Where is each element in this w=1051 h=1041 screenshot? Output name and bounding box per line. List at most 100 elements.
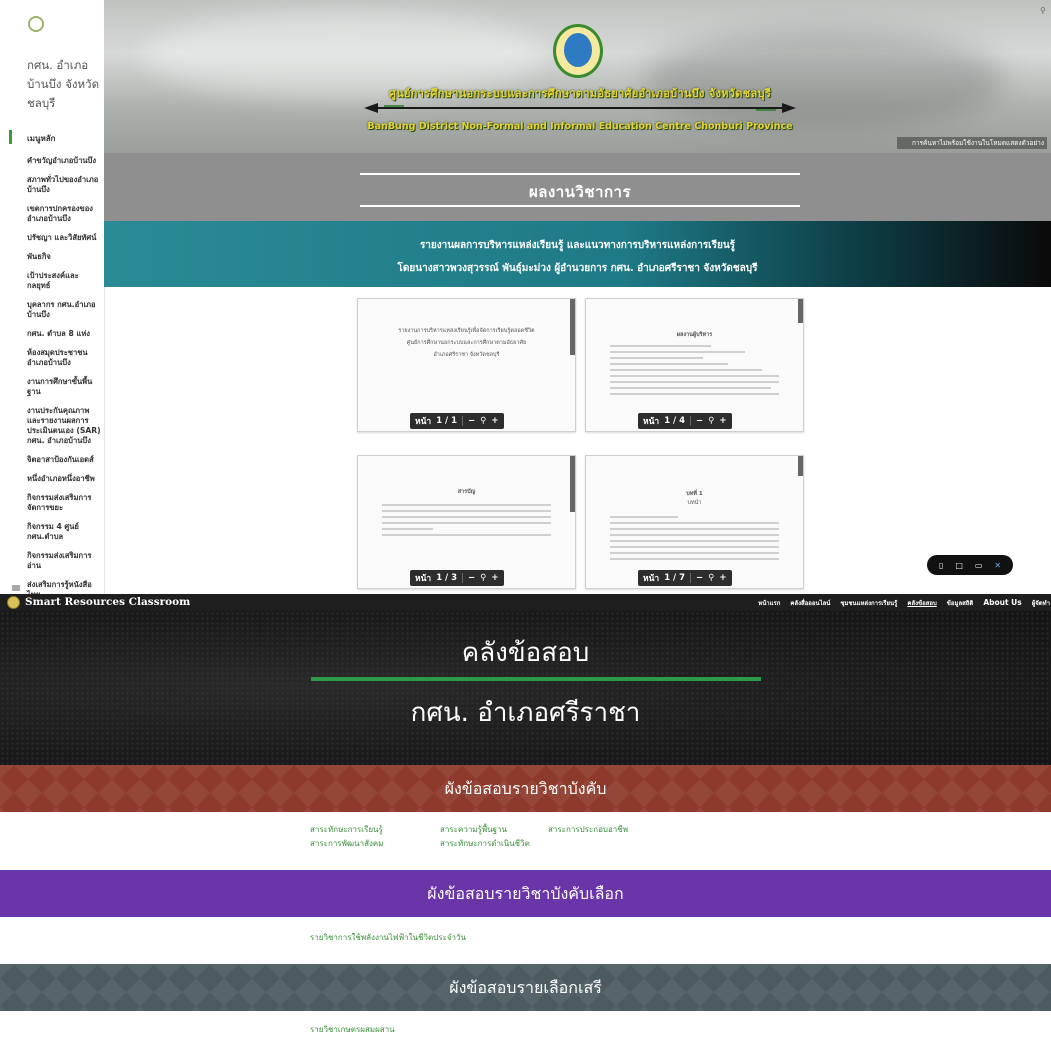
brand-logo-icon[interactable] [7, 596, 20, 609]
zoom-in-button[interactable]: + [491, 573, 498, 583]
pager-value: 1 / 1 [436, 416, 458, 426]
document-viewer[interactable]: รายงานการบริหารแหล่งเรียนรู้เพื่อจัดการเ… [357, 298, 576, 432]
zoom-out-button[interactable]: − [696, 416, 703, 426]
link-basic-knowledge[interactable]: สาระความรู้พื้นฐาน [440, 823, 528, 837]
header-title-english: BanBung District Non-Formal and Informal… [367, 121, 793, 132]
sidebar-item[interactable]: พันธกิจ [27, 252, 101, 262]
zoom-out-button[interactable]: − [468, 416, 475, 426]
link-life-skills[interactable]: สาระทักษะการดำเนินชีวิต [440, 837, 530, 851]
pager-value: 1 / 7 [664, 573, 686, 583]
sidebar-item[interactable]: บุคลากร กศน.อำเภอบ้านบึง [27, 300, 101, 320]
search-unavailable-note: การค้นหาไม่พร้อมใช้งานในโหมดแสดงตัวอย่าง [897, 137, 1047, 149]
pager: หน้า 1 / 3 − ⚲ + [410, 570, 504, 586]
sidebar-item[interactable]: กิจกรรมส่งเสริมการจัดการขยะ [27, 493, 101, 513]
nav-item-community[interactable]: ชุมชนแหล่งการเรียนรู้ [840, 598, 897, 608]
pager-label: หน้า [415, 574, 432, 584]
scrollbar[interactable] [570, 456, 575, 512]
link-electricity[interactable]: รายวิชาการใช้พลังงานไฟฟ้าในชีวิตประจำวัน [310, 931, 466, 945]
bottom-site-screenshot: Smart Resources Classroom หน้าแรก คลังสื… [0, 594, 1051, 1041]
doc-subheading: บทนำ [687, 500, 702, 506]
zoom-out-button[interactable]: − [696, 573, 703, 583]
search-icon[interactable]: ⚲ [1040, 6, 1046, 15]
cover-text: อำเภอศรีราชา จังหวัดชลบุรี [433, 352, 500, 358]
pager-divider [462, 416, 464, 426]
zoom-icon[interactable]: ⚲ [480, 416, 486, 426]
zoom-in-button[interactable]: + [491, 416, 498, 426]
sidebar-item[interactable]: หนึ่งอำเภอหนึ่งอาชีพ [27, 474, 101, 484]
corner-handle-icon[interactable] [12, 585, 20, 591]
document-viewer[interactable]: สารบัญ หน้า 1 / 3 − ⚲ + [357, 455, 576, 589]
sidebar-item[interactable]: ห้องสมุดประชาชนอำเภอบ้านบึง [27, 348, 101, 368]
cover-text: ศูนย์การศึกษานอกระบบและการศึกษาตามอัธยาศ… [406, 340, 527, 346]
required-links: สาระทักษะการเรียนรู้ สาระความรู้พื้นฐาน … [310, 823, 628, 851]
sidebar-item[interactable]: จิตอาสาป้องกันเอดส์ [27, 455, 101, 465]
zoom-out-button[interactable]: − [468, 573, 475, 583]
pager-label: หน้า [415, 417, 432, 427]
scrollbar[interactable] [798, 456, 803, 476]
sidebar-item[interactable]: เป้าประสงค์และกลยุทธ์ [27, 271, 101, 291]
hero-divider [311, 677, 761, 681]
scrollbar[interactable] [798, 299, 803, 323]
doc-text-lines [610, 345, 779, 399]
tablet-view-icon[interactable]: □ [955, 561, 963, 570]
doc-text-lines [610, 516, 779, 564]
report-band [104, 221, 1051, 287]
document-viewer[interactable]: ผลงานผู้บริหาร หน้า 1 / 4 − ⚲ + [585, 298, 804, 432]
nav-item-home[interactable]: หน้าแรก [758, 598, 780, 608]
nav-item-statistics[interactable]: ข้อมูลสถิติ [947, 598, 974, 608]
report-title-line-1: รายงานผลการบริหารแหล่งเรียนรู้ และแนวทาง… [419, 240, 736, 251]
brand-name[interactable]: Smart Resources Classroom [25, 596, 190, 608]
zoom-in-button[interactable]: + [719, 416, 726, 426]
doc-heading: ผลงานผู้บริหาร [676, 332, 713, 338]
cover-text: รายงานการบริหารแหล่งเรียนรู้เพื่อจัดการเ… [398, 328, 535, 334]
hero-title: คลังข้อสอบ [461, 638, 590, 668]
document-viewer[interactable]: บทที่ 1 บทนำ หน้า 1 / 7 − ⚲ + [585, 455, 804, 589]
link-learning-skills[interactable]: สาระทักษะการเรียนรู้ [310, 823, 420, 837]
link-occupation[interactable]: สาระการประกอบอาชีพ [548, 823, 628, 837]
zoom-icon[interactable]: ⚲ [480, 573, 486, 583]
nav-item-about[interactable]: About Us [983, 598, 1021, 608]
header-title-thai: ศูนย์การศึกษานอกระบบและการศึกษาตามอัธยาศ… [388, 87, 772, 100]
pager: หน้า 1 / 1 − ⚲ + [410, 413, 504, 429]
nav-item-media[interactable]: คลังสื่อออนไลน์ [790, 598, 830, 608]
pager-label: หน้า [643, 574, 660, 584]
nav-item-creators[interactable]: ผู้จัดทำ [1032, 598, 1050, 608]
report-title-line-2: โดยนางสาวพวงสุวรรณ์ พันธุ์มะม่วง ผู้อำนว… [397, 263, 758, 274]
zoom-icon[interactable]: ⚲ [708, 573, 714, 583]
nav-item-exam-bank[interactable]: คลังข้อสอบ [907, 598, 936, 608]
nav-menu: หน้าแรก คลังสื่อออนไลน์ ชุมชนแหล่งการเรี… [700, 598, 1050, 608]
zoom-icon[interactable]: ⚲ [708, 416, 714, 426]
pager: หน้า 1 / 7 − ⚲ + [638, 570, 732, 586]
site-logo-icon[interactable] [28, 16, 44, 32]
divider [360, 205, 800, 207]
sidebar-item[interactable]: งานการศึกษาขั้นพื้นฐาน [27, 377, 101, 397]
sidebar-item[interactable]: กิจกรรม 4 ศูนย์ กศน.ตำบล [27, 522, 101, 542]
desktop-view-icon[interactable]: ▭ [975, 561, 983, 570]
sidebar-item[interactable]: กิจกรรมส่งเสริมการอ่าน [27, 551, 101, 571]
pager: หน้า 1 / 4 − ⚲ + [638, 413, 732, 429]
pager-value: 1 / 3 [436, 573, 458, 583]
doc-heading: สารบัญ [457, 489, 476, 495]
sidebar-item[interactable]: ปรัชญา และวิสัยทัศน์ [27, 233, 101, 243]
sidebar-item[interactable]: กศน. ตำบล 8 แห่ง [27, 329, 101, 339]
top-site-screenshot: กศน. อำเภอบ้านบึง จังหวัดชลบุรี เมนูหลัก… [0, 0, 1051, 594]
sidebar-item[interactable]: เขตการปกครองของอำเภอบ้านบึง [27, 204, 101, 224]
close-icon[interactable]: ✕ [994, 561, 1001, 570]
link-social-development[interactable]: สาระการพัฒนาสังคม [310, 837, 420, 851]
link-integrated-agriculture[interactable]: รายวิชาเกษตรผสมผสาน [310, 1023, 395, 1037]
sidebar-item[interactable]: งานประกันคุณภาพ และรายงานผลการประเมินตนเ… [27, 406, 101, 446]
school-emblem-icon [553, 24, 603, 78]
double-arrow-icon [364, 103, 796, 113]
pager-label: หน้า [643, 417, 660, 427]
sidebar-item[interactable]: คำขวัญอำเภอบ้านบึง [27, 156, 101, 166]
phone-view-icon[interactable]: ▯ [939, 561, 943, 570]
sidebar-item[interactable]: ส่งเสริมการรู้หนังสือไทย [27, 580, 101, 594]
hero-subtitle: กศน. อำเภอศรีราชา [410, 698, 641, 728]
zoom-in-button[interactable]: + [719, 573, 726, 583]
doc-text-lines [382, 504, 551, 540]
site-name[interactable]: กศน. อำเภอบ้านบึง จังหวัดชลบุรี [27, 56, 102, 113]
sidebar-item-main-menu[interactable]: เมนูหลัก [27, 132, 56, 145]
sidebar-item[interactable]: สภาพทั่วไปของอำเภอบ้านบึง [27, 175, 101, 195]
emblem-inner [564, 33, 592, 67]
section-header-free-elective: ผังข้อสอบรายเลือกเสรี [0, 964, 1051, 1011]
